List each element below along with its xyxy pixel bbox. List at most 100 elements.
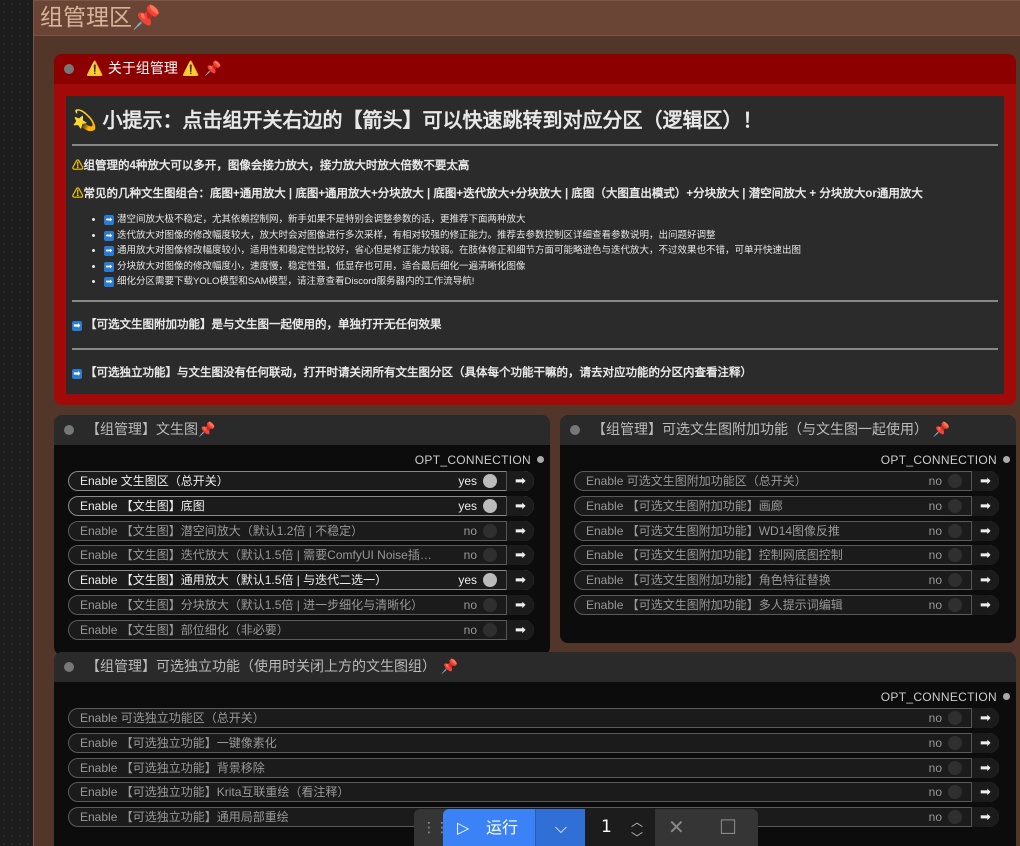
toggle-knob-icon[interactable]: [483, 598, 497, 612]
batch-count-value[interactable]: 1: [601, 809, 612, 846]
group-toggle[interactable]: Enable 【可选独立功能】Krita互联重绘（看注释） no ➡: [68, 782, 999, 803]
toggle-knob-icon[interactable]: [948, 548, 962, 563]
toggle-label: Enable 【文生图】分块放大（默认1.5倍 | 进一步细化与清晰化）: [80, 598, 424, 612]
canvas-background[interactable]: [0, 0, 34, 846]
group-toggle[interactable]: Enable 【文生图】潜空间放大（默认1.2倍 | 不稳定） no ➡: [68, 520, 534, 541]
group-toggle[interactable]: Enable 【可选独立功能】背景移除 no ➡: [68, 757, 999, 778]
jump-to-group-button[interactable]: ➡: [971, 545, 999, 566]
group-toggle[interactable]: Enable 文生图区（总开关） yes ➡: [68, 471, 534, 491]
output-slot-dot-icon[interactable]: [1003, 693, 1010, 700]
toggle-knob-icon[interactable]: [948, 711, 962, 725]
jump-to-group-button[interactable]: ➡: [506, 570, 534, 591]
group-toggle[interactable]: Enable 可选文生图附加功能区（总开关） no ➡: [574, 471, 999, 491]
right-arrow-icon: ➡: [515, 547, 526, 563]
toggle-knob-icon[interactable]: [483, 523, 497, 538]
toggle-label: Enable 可选文生图附加功能区（总开关）: [586, 474, 807, 488]
group-toggle[interactable]: Enable 【可选文生图附加功能】角色特征替换 no ➡: [574, 570, 999, 591]
jump-to-group-button[interactable]: ➡: [971, 782, 999, 803]
jump-to-group-button[interactable]: ➡: [506, 471, 534, 491]
opt-connection-output[interactable]: OPT_CONNECTION: [881, 690, 1010, 704]
pin-icon: 📌: [436, 659, 458, 675]
toggle-label: Enable 【可选文生图附加功能】WD14图像反推: [586, 523, 841, 538]
toggle-knob-icon[interactable]: [483, 548, 497, 563]
output-slot-dot-icon[interactable]: [537, 456, 544, 463]
opt-connection-label: OPT_CONNECTION: [880, 453, 997, 467]
toggle-knob-icon[interactable]: [948, 498, 962, 513]
collapse-dot-icon[interactable]: [64, 64, 74, 74]
opt-connection-label: OPT_CONNECTION: [880, 690, 997, 704]
cancel-close-icon[interactable]: ✕: [668, 809, 685, 846]
jump-to-group-button[interactable]: ➡: [506, 495, 534, 516]
group-toggle[interactable]: Enable 【文生图】底图 yes ➡: [68, 495, 534, 516]
toggle-knob-icon[interactable]: [483, 622, 497, 637]
group-toggle[interactable]: Enable 【文生图】分块放大（默认1.5倍 | 进一步细化与清晰化） no ➡: [68, 595, 534, 615]
toggle-label: Enable 可选独立功能区（总开关）: [80, 711, 265, 725]
collapse-dot-icon[interactable]: [64, 425, 74, 435]
jump-to-group-button[interactable]: ➡: [506, 619, 534, 640]
jump-to-group-button[interactable]: ➡: [506, 545, 534, 566]
collapse-dot-icon[interactable]: [64, 662, 74, 672]
toggle-label: Enable 【可选独立功能】背景移除: [80, 760, 265, 775]
pin-icon: 📌: [928, 422, 950, 438]
toggle-knob-icon[interactable]: [948, 735, 962, 750]
group-toggle[interactable]: Enable 【可选文生图附加功能】控制网底图控制 no ➡: [574, 545, 999, 566]
toggle-knob-icon[interactable]: [948, 785, 962, 800]
stop-square-icon[interactable]: ☐: [719, 809, 737, 846]
jump-to-group-button[interactable]: ➡: [506, 595, 534, 615]
jump-to-group-button[interactable]: ➡: [971, 708, 999, 728]
run-toolbar[interactable]: ⋮⋮ ▷ 运行 ⌵ 1 ︿ ﹀ ✕ ☐: [414, 809, 758, 846]
node-title[interactable]: 【组管理】文生图📌: [54, 415, 550, 445]
opt-connection-output[interactable]: OPT_CONNECTION: [415, 453, 544, 467]
group-toggle[interactable]: Enable 【可选文生图附加功能】WD14图像反推 no ➡: [574, 520, 999, 541]
info-node-title[interactable]: ⚠️ 关于组管理 ⚠️ 📌: [54, 54, 1016, 84]
right-arrow-icon: ➡: [515, 473, 526, 488]
jump-to-group-button[interactable]: ➡: [971, 495, 999, 516]
jump-to-group-button[interactable]: ➡: [971, 732, 999, 753]
jump-to-group-button[interactable]: ➡: [506, 520, 534, 541]
group-toggle[interactable]: Enable 【文生图】通用放大（默认1.5倍 | 与迭代二选一） yes ➡: [68, 570, 534, 591]
toggle-value: no: [928, 598, 942, 612]
group-toggle[interactable]: Enable 【可选独立功能】一键像素化 no ➡: [68, 732, 999, 753]
divider: [72, 299, 998, 302]
toggle-knob-icon[interactable]: [948, 810, 962, 825]
output-slot-dot-icon[interactable]: [1003, 456, 1010, 463]
toggle-knob-icon[interactable]: [483, 498, 497, 513]
opt-connection-output[interactable]: OPT_CONNECTION: [881, 453, 1010, 467]
toggle-knob-icon[interactable]: [483, 474, 497, 488]
group-toggle[interactable]: Enable 【文生图】部位细化（非必要） no ➡: [68, 619, 534, 640]
info-headline-text: 小提示：点击组开关右边的【箭头】可以快速跳转到对应分区（逻辑区）！: [102, 110, 763, 132]
toggle-knob-icon[interactable]: [948, 573, 962, 588]
group-toggle[interactable]: Enable 【可选文生图附加功能】画廊 no ➡: [574, 495, 999, 516]
jump-to-group-button[interactable]: ➡: [971, 757, 999, 778]
toggle-label: Enable 【可选独立功能】一键像素化: [80, 735, 277, 750]
group-toggle[interactable]: Enable 【文生图】迭代放大（默认1.5倍 | 需要ComfyUI Nois…: [68, 545, 534, 566]
toggle-knob-icon[interactable]: [948, 474, 962, 488]
jump-to-group-button[interactable]: ➡: [971, 471, 999, 491]
toggle-knob-icon[interactable]: [483, 573, 497, 588]
group-header[interactable]: 组管理区📌: [34, 1, 1020, 36]
run-mode-dropdown[interactable]: ⌵: [535, 809, 586, 846]
group-toggle[interactable]: Enable 可选独立功能区（总开关） no ➡: [68, 708, 999, 728]
run-button[interactable]: ▷ 运行: [443, 809, 535, 846]
toggle-knob-icon[interactable]: [948, 760, 962, 775]
addon-group-node[interactable]: 【组管理】可选文生图附加功能（与文生图一起使用） 📌 OPT_CONNECTIO…: [560, 415, 1016, 643]
jump-to-group-button[interactable]: ➡: [971, 595, 999, 615]
jump-to-group-button[interactable]: ➡: [971, 570, 999, 591]
toggle-knob-icon[interactable]: [948, 523, 962, 538]
collapse-dot-icon[interactable]: [570, 425, 580, 435]
toggle-label: Enable 【文生图】底图: [80, 498, 205, 513]
node-title[interactable]: 【组管理】可选独立功能（使用时关闭上方的文生图组） 📌: [54, 652, 1016, 682]
jump-to-group-button[interactable]: ➡: [971, 520, 999, 541]
right-arrow-icon: ➡: [980, 710, 991, 725]
increment-chevron-up-icon[interactable]: ︿: [631, 813, 643, 830]
toggle-value: no: [928, 810, 942, 825]
decrement-chevron-down-icon[interactable]: ﹀: [631, 829, 643, 846]
group-toggle[interactable]: Enable 【可选文生图附加功能】多人提示词编辑 no ➡: [574, 595, 999, 615]
batch-count-input[interactable]: 1 ︿ ﹀: [585, 809, 655, 846]
t2i-group-node[interactable]: 【组管理】文生图📌 OPT_CONNECTION Enable 文生图区（总开关…: [54, 415, 550, 655]
info-node[interactable]: ⚠️ 关于组管理 ⚠️ 📌 💫 小提示：点击组开关右边的【箭头】可以快速跳转到对…: [54, 54, 1016, 405]
jump-to-group-button[interactable]: ➡: [971, 807, 999, 828]
list-item-text: 通用放大对图像修改幅度较小，适用性和稳定性比较好，省心但是修正能力较弱。在肢体修…: [117, 245, 802, 256]
toggle-knob-icon[interactable]: [948, 598, 962, 612]
node-title[interactable]: 【组管理】可选文生图附加功能（与文生图一起使用） 📌: [560, 415, 1016, 445]
